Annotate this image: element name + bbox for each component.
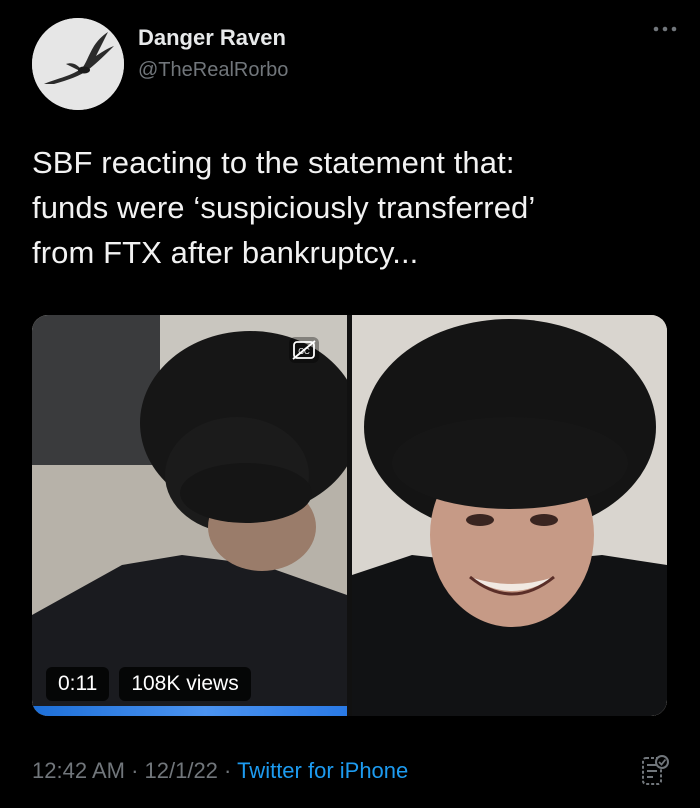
more-icon[interactable] [652, 24, 678, 34]
author-block: Danger Raven @TheRealRorbo [138, 24, 288, 84]
meta-separator: · [217, 758, 238, 783]
svg-text:CC: CC [298, 347, 310, 356]
tweet-date[interactable]: 12/1/22 [145, 758, 218, 783]
analytics-icon[interactable] [640, 753, 670, 787]
tweet-source-link[interactable]: Twitter for iPhone [237, 758, 408, 783]
video-frame-right [352, 315, 667, 716]
raven-avatar-image [32, 18, 124, 110]
tweet-meta: 12:42 AM · 12/1/22 · Twitter for iPhone [32, 758, 408, 784]
closed-captions-icon[interactable]: CC [289, 337, 319, 363]
video-badges: 0:11 108K views [46, 667, 251, 701]
video-progress-bar[interactable] [32, 706, 347, 716]
meta-separator: · [124, 758, 145, 783]
video-duration: 0:11 [46, 667, 110, 701]
person-looking-down-image [32, 315, 347, 716]
video-views: 108K views [119, 667, 251, 701]
video-frame-left: CC 0:11 108K views [32, 315, 347, 716]
handle[interactable]: @TheRealRorbo [138, 56, 288, 84]
video-media[interactable]: CC 0:11 108K views [32, 315, 667, 716]
tweet-text: SBF reacting to the statement that: fund… [32, 145, 536, 270]
person-smiling-image [352, 315, 667, 716]
tweet-time[interactable]: 12:42 AM [32, 758, 125, 783]
avatar[interactable] [32, 18, 124, 110]
display-name[interactable]: Danger Raven [138, 24, 288, 52]
